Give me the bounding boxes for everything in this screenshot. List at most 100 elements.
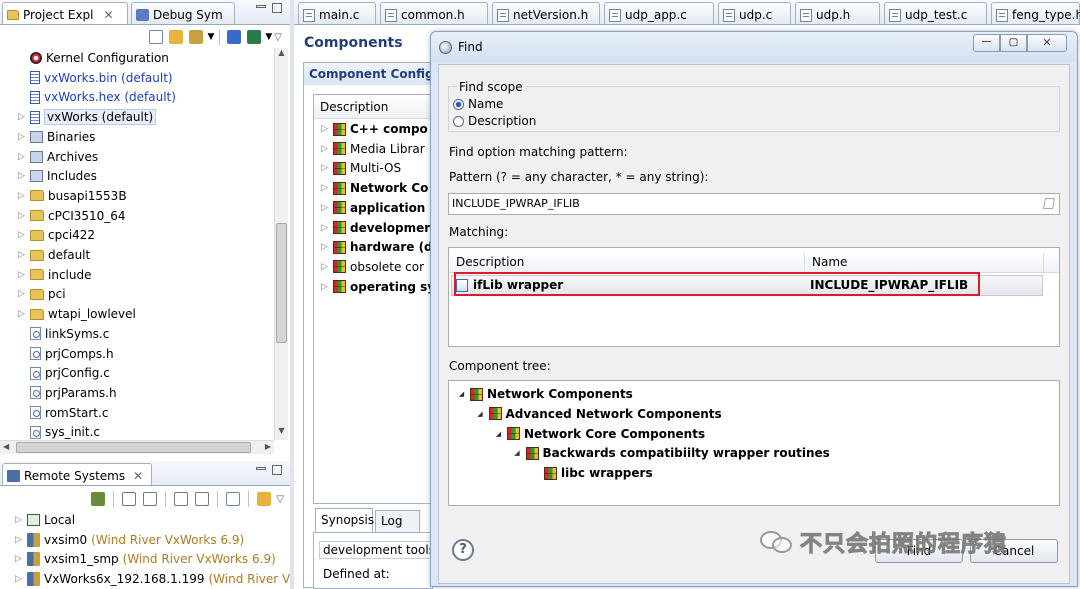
- collapse-arrow-icon[interactable]: ◢: [476, 410, 485, 418]
- expand-arrow-icon[interactable]: ▷: [17, 112, 26, 122]
- dialog-maximize-button[interactable]: ▢: [1000, 34, 1027, 52]
- help-button[interactable]: ?: [452, 539, 474, 561]
- expand-arrow-icon[interactable]: ▷: [320, 282, 329, 292]
- component-tree-item[interactable]: ▷ obsolete cor: [320, 257, 424, 277]
- project-tree-item[interactable]: Kernel Configuration: [30, 48, 169, 68]
- expand-arrow-icon[interactable]: ▷: [320, 223, 329, 233]
- project-tree-item[interactable]: ▷ Binaries: [18, 127, 95, 147]
- expand-arrow-icon[interactable]: ▷: [17, 230, 26, 240]
- component-tree-item[interactable]: ▷ Network Co: [320, 178, 428, 198]
- editor-tab[interactable]: common.h: [380, 2, 488, 24]
- component-tree-item[interactable]: ▷ Media Librar: [320, 139, 425, 159]
- tab-log[interactable]: Log: [375, 510, 420, 532]
- project-tree-item[interactable]: ▷ vxWorks (default): [18, 107, 157, 127]
- expand-arrow-icon[interactable]: ▷: [17, 250, 26, 260]
- project-tree-item[interactable]: linkSyms.c: [30, 324, 109, 344]
- scroll-up-arrow[interactable]: ▲: [275, 48, 288, 62]
- expand-arrow-icon[interactable]: ▷: [14, 515, 23, 525]
- collapse-arrow-icon[interactable]: ◢: [494, 430, 503, 438]
- expand-arrow-icon[interactable]: ▷: [320, 144, 329, 154]
- match-header-name[interactable]: Name: [806, 253, 1044, 273]
- project-tree-item[interactable]: prjComps.h: [30, 344, 114, 364]
- editor-tab[interactable]: udp.h: [795, 2, 880, 24]
- close-icon[interactable]: ✕: [133, 469, 143, 483]
- dialog-close-button[interactable]: ✕: [1027, 34, 1067, 52]
- maximize-icon[interactable]: [272, 3, 282, 13]
- reset-icon[interactable]: [195, 492, 210, 506]
- remote-system-item[interactable]: ▷ Local: [14, 510, 75, 530]
- sync-icon[interactable]: [227, 30, 242, 44]
- match-header-description[interactable]: Description: [449, 253, 805, 273]
- project-tree-item[interactable]: sys_init.c: [30, 422, 100, 440]
- component-tree-item[interactable]: ▷ developmer: [320, 218, 430, 238]
- tab-project-explorer[interactable]: Project Expl ✕: [2, 2, 128, 24]
- view-menu-icon[interactable]: ▽: [274, 32, 282, 43]
- editor-tab[interactable]: feng_type.h: [991, 2, 1080, 24]
- chevron-down-icon[interactable]: ▼: [207, 32, 214, 42]
- project-tree-item[interactable]: ▷ cpci422: [18, 225, 95, 245]
- dialog-tree-item[interactable]: ◢ Advanced Network Components: [476, 404, 721, 424]
- component-config-tab[interactable]: Component Configu: [304, 63, 432, 85]
- project-tree-item[interactable]: ▷ busapi1553B: [18, 186, 127, 206]
- editor-tab[interactable]: udp.c: [718, 2, 791, 24]
- expand-arrow-icon[interactable]: ▷: [320, 124, 329, 134]
- project-tree-item[interactable]: vxWorks.bin (default): [30, 68, 173, 88]
- project-tree-item[interactable]: ▷ default: [18, 245, 90, 265]
- project-tree-item[interactable]: romStart.c: [30, 403, 108, 423]
- scope-name-radio[interactable]: Name: [453, 97, 503, 111]
- scroll-right-arrow[interactable]: ▶: [265, 442, 271, 451]
- tab-debug-symbols[interactable]: Debug Sym: [131, 2, 235, 24]
- expand-arrow-icon[interactable]: ▷: [320, 242, 329, 252]
- view-menu-icon[interactable]: ▽: [276, 494, 284, 505]
- description-column-header[interactable]: Description: [314, 95, 432, 119]
- expand-arrow-icon[interactable]: ▷: [17, 191, 26, 201]
- scrollbar-thumb[interactable]: [276, 223, 287, 343]
- find-dialog-titlebar[interactable]: Find — ▢ ✕: [431, 32, 1077, 62]
- component-tree-item[interactable]: ▷ Multi-OS: [320, 158, 401, 178]
- component-tree-item[interactable]: ▷ operating sy: [320, 277, 432, 297]
- editor-tab[interactable]: main.c: [298, 2, 376, 24]
- editor-tab[interactable]: udp_app.c: [604, 2, 714, 24]
- project-tree-item[interactable]: ▷ pci: [18, 284, 66, 304]
- scrollbar-thumb[interactable]: [16, 442, 251, 453]
- remote-system-item[interactable]: ▷ VxWorks6x_192.168.1.199(Wind River VxW: [14, 569, 290, 589]
- expand-arrow-icon[interactable]: ▷: [17, 270, 26, 280]
- expand-arrow-icon[interactable]: ▷: [17, 171, 26, 181]
- close-icon[interactable]: ✕: [104, 8, 114, 22]
- connect-icon[interactable]: [122, 492, 137, 506]
- expand-arrow-icon[interactable]: ▷: [14, 574, 23, 584]
- horizontal-scrollbar[interactable]: ◀ ▶: [0, 440, 274, 454]
- dialog-tree-item[interactable]: ◢ Network Components: [457, 384, 633, 404]
- dialog-minimize-button[interactable]: —: [973, 34, 1000, 52]
- maximize-icon[interactable]: [272, 465, 282, 475]
- collapse-arrow-icon[interactable]: ◢: [457, 390, 466, 398]
- project-tree-item[interactable]: ▷ Includes: [18, 166, 97, 186]
- remote-system-item[interactable]: ▷ vxsim1_smp (Wind River VxWorks 6.9): [14, 549, 276, 569]
- component-tree-item[interactable]: ▷ hardware (d: [320, 237, 432, 257]
- expand-arrow-icon[interactable]: ▷: [17, 211, 26, 221]
- scroll-left-arrow[interactable]: ◀: [3, 442, 9, 451]
- project-tree-item[interactable]: ▷ cPCI3510_64: [18, 206, 126, 226]
- disconnect-icon[interactable]: [143, 492, 158, 506]
- refresh-icon[interactable]: [174, 492, 189, 506]
- chevron-down-icon[interactable]: ▼: [265, 32, 272, 42]
- expand-arrow-icon[interactable]: ▷: [320, 183, 329, 193]
- left-splitter[interactable]: [290, 0, 294, 589]
- dialog-tree-item[interactable]: ◢ Backwards compatibiilty wrapper routine…: [513, 443, 830, 463]
- expand-arrow-icon[interactable]: ▷: [14, 554, 23, 564]
- build-icon[interactable]: [247, 30, 262, 44]
- project-tree-item[interactable]: prjConfig.c: [30, 363, 110, 383]
- expand-arrow-icon[interactable]: ▷: [17, 309, 26, 319]
- tab-remote-systems[interactable]: Remote Systems ✕: [2, 463, 152, 485]
- project-tree-item[interactable]: ▷ Archives: [18, 147, 98, 167]
- scope-description-radio[interactable]: Description: [453, 114, 536, 128]
- vertical-scrollbar[interactable]: ▲ ▼: [274, 48, 288, 440]
- new-connection-icon[interactable]: [91, 492, 106, 506]
- expand-arrow-icon[interactable]: ▷: [17, 132, 26, 142]
- pattern-input[interactable]: INCLUDE_IPWRAP_IFLIB: [448, 193, 1060, 215]
- component-tree-item[interactable]: ▷ application: [320, 198, 425, 218]
- collapse-all-icon[interactable]: [149, 30, 164, 44]
- minimize-icon[interactable]: [256, 467, 266, 470]
- project-tree-item[interactable]: prjParams.h: [30, 383, 117, 403]
- dialog-tree-item[interactable]: libc wrappers: [531, 463, 653, 483]
